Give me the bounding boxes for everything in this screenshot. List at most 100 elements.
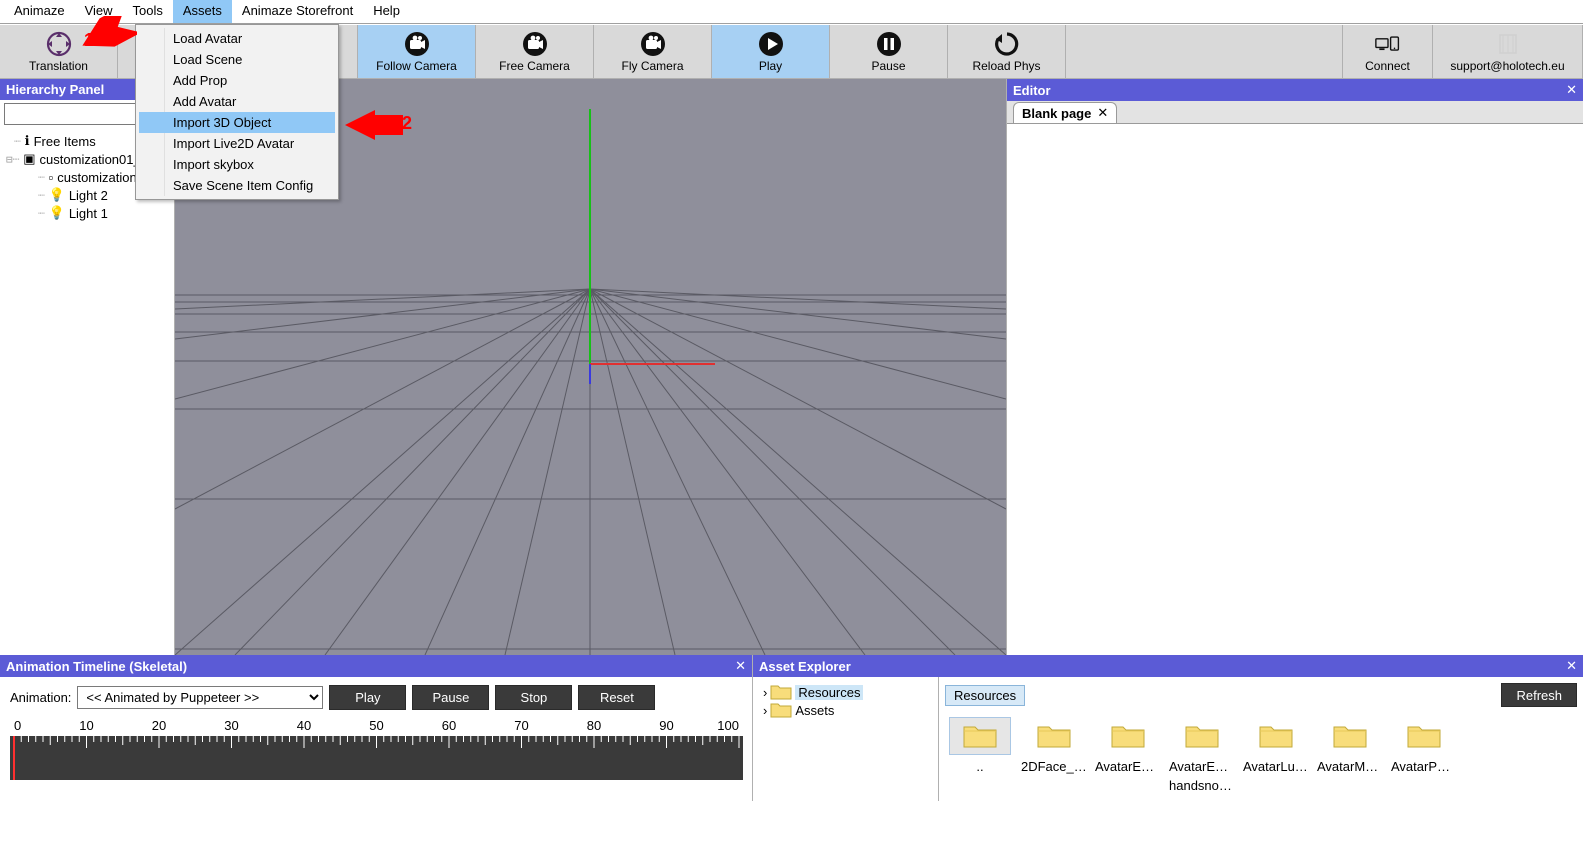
timeline-header: Animation Timeline (Skeletal) ✕: [0, 655, 752, 677]
asset-item[interactable]: AvatarMale...: [1317, 717, 1383, 795]
svg-text:10: 10: [79, 718, 93, 733]
folder-icon: [770, 683, 792, 701]
play-button[interactable]: Play: [712, 25, 830, 78]
svg-text:100: 100: [717, 718, 739, 733]
svg-text:20: 20: [152, 718, 166, 733]
folder-icon: [770, 701, 792, 719]
dropdown-add-prop[interactable]: Add Prop: [139, 70, 335, 91]
editor-title: Editor: [1013, 83, 1051, 98]
dropdown-save-scene-config[interactable]: Save Scene Item Config: [139, 175, 335, 196]
timeline-play-button[interactable]: Play: [329, 685, 406, 710]
svg-text:50: 50: [369, 718, 383, 733]
asset-item[interactable]: AvatarLuci...: [1243, 717, 1309, 795]
connect-label: Connect: [1365, 59, 1410, 73]
asset-item[interactable]: AvatarEggP...: [1095, 717, 1161, 795]
folder-icon: [1245, 717, 1307, 755]
asset-tree: › Resources › Assets: [753, 677, 939, 801]
asset-item[interactable]: AvatarEggP... handsnosh...: [1169, 717, 1235, 795]
timeline-title: Animation Timeline (Skeletal): [6, 659, 187, 674]
devices-icon: [1375, 31, 1401, 57]
svg-text:80: 80: [587, 718, 601, 733]
pause-icon: [876, 31, 902, 57]
refresh-button[interactable]: Refresh: [1501, 683, 1577, 707]
svg-text:60: 60: [442, 718, 456, 733]
asset-name: AvatarEggP...: [1095, 759, 1161, 774]
dropdown-import-skybox[interactable]: Import skybox: [139, 154, 335, 175]
reload-phys-button[interactable]: Reload Phys: [948, 25, 1066, 78]
timeline-ruler[interactable]: 0 10 20 30 40 50 60 70 80 90 100: [10, 718, 742, 784]
scene-icon: ▣: [23, 151, 35, 167]
asset-name: AvatarEggP...: [1169, 759, 1235, 774]
svg-text:90: 90: [659, 718, 673, 733]
editor-close-icon[interactable]: ✕: [1566, 82, 1577, 98]
asset-item[interactable]: 2DFace_V1...: [1021, 717, 1087, 795]
node-icon: ▫: [49, 170, 54, 185]
dropdown-import-3d-object[interactable]: Import 3D Object: [139, 112, 335, 133]
follow-camera-button[interactable]: Follow Camera: [358, 25, 476, 78]
tab-close-icon[interactable]: ✕: [1097, 105, 1108, 121]
chevron-right-icon: ›: [763, 685, 767, 700]
asset-explorer-panel: Asset Explorer ✕ › Resources › Assets Re…: [753, 655, 1583, 801]
support-label: support@holotech.eu: [1450, 59, 1564, 73]
svg-text:0: 0: [14, 718, 21, 733]
translation-label: Translation: [29, 59, 88, 73]
asset-explorer-close-icon[interactable]: ✕: [1566, 658, 1577, 674]
asset-name: AvatarLuci...: [1243, 759, 1309, 774]
menu-assets[interactable]: Assets: [173, 0, 232, 23]
timeline-reset-button[interactable]: Reset: [578, 685, 655, 710]
asset-name: ..: [947, 759, 1013, 774]
asset-tree-assets[interactable]: › Assets: [757, 701, 934, 719]
support-button[interactable]: support@holotech.eu: [1433, 25, 1583, 78]
fly-camera-label: Fly Camera: [621, 59, 683, 73]
dropdown-load-scene[interactable]: Load Scene: [139, 49, 335, 70]
pause-button[interactable]: Pause: [830, 25, 948, 78]
asset-tree-resources[interactable]: › Resources: [757, 683, 934, 701]
dropdown-load-avatar[interactable]: Load Avatar: [139, 28, 335, 49]
play-icon: [758, 31, 784, 57]
svg-text:40: 40: [297, 718, 311, 733]
menu-help[interactable]: Help: [363, 0, 410, 23]
folder-icon: [1171, 717, 1233, 755]
timeline-stop-button[interactable]: Stop: [495, 685, 572, 710]
annotation-label-2: 2: [402, 113, 412, 134]
svg-text:70: 70: [514, 718, 528, 733]
folder-icon: [1097, 717, 1159, 755]
editor-header: Editor ✕: [1007, 79, 1583, 101]
assets-dropdown: Load Avatar Load Scene Add Prop Add Avat…: [135, 24, 339, 200]
animation-select[interactable]: << Animated by Puppeteer >>: [77, 686, 323, 709]
info-icon: ℹ: [25, 133, 30, 149]
folder-icon: [1319, 717, 1381, 755]
animation-label: Animation:: [10, 690, 71, 705]
asset-item[interactable]: AvatarPanda: [1391, 717, 1457, 795]
camera-icon: [640, 31, 666, 57]
reload-icon: [994, 31, 1020, 57]
menu-animaze[interactable]: Animaze: [4, 0, 75, 23]
svg-text:30: 30: [224, 718, 238, 733]
follow-camera-label: Follow Camera: [376, 59, 457, 73]
folder-icon: [1023, 717, 1085, 755]
tree-light-1[interactable]: ┈ 💡 Light 1: [6, 204, 168, 222]
annotation-arrow-2: [345, 110, 403, 140]
connect-button[interactable]: Connect: [1343, 25, 1433, 78]
asset-grid: ..2DFace_V1...AvatarEggP...AvatarEggP...…: [939, 711, 1583, 801]
folder-icon: [949, 717, 1011, 755]
light-icon: 💡: [49, 187, 65, 203]
editor-body: [1007, 123, 1583, 655]
fly-camera-button[interactable]: Fly Camera: [594, 25, 712, 78]
annotation-label-1: 1: [84, 30, 94, 51]
chevron-right-icon: ›: [763, 703, 767, 718]
menu-storefront[interactable]: Animaze Storefront: [232, 0, 363, 23]
breadcrumb-resources[interactable]: Resources: [945, 685, 1025, 706]
asset-item[interactable]: ..: [947, 717, 1013, 795]
play-label: Play: [759, 59, 782, 73]
asset-name-sub: handsnosh...: [1169, 778, 1235, 793]
asset-explorer-header: Asset Explorer ✕: [753, 655, 1583, 677]
dropdown-add-avatar[interactable]: Add Avatar: [139, 91, 335, 112]
timeline-close-icon[interactable]: ✕: [735, 658, 746, 674]
tab-blank-page[interactable]: Blank page ✕: [1013, 102, 1117, 123]
light-icon: 💡: [49, 205, 65, 221]
timeline-pause-button[interactable]: Pause: [412, 685, 489, 710]
dropdown-import-live2d[interactable]: Import Live2D Avatar: [139, 133, 335, 154]
move-icon: [46, 31, 72, 57]
free-camera-button[interactable]: Free Camera: [476, 25, 594, 78]
